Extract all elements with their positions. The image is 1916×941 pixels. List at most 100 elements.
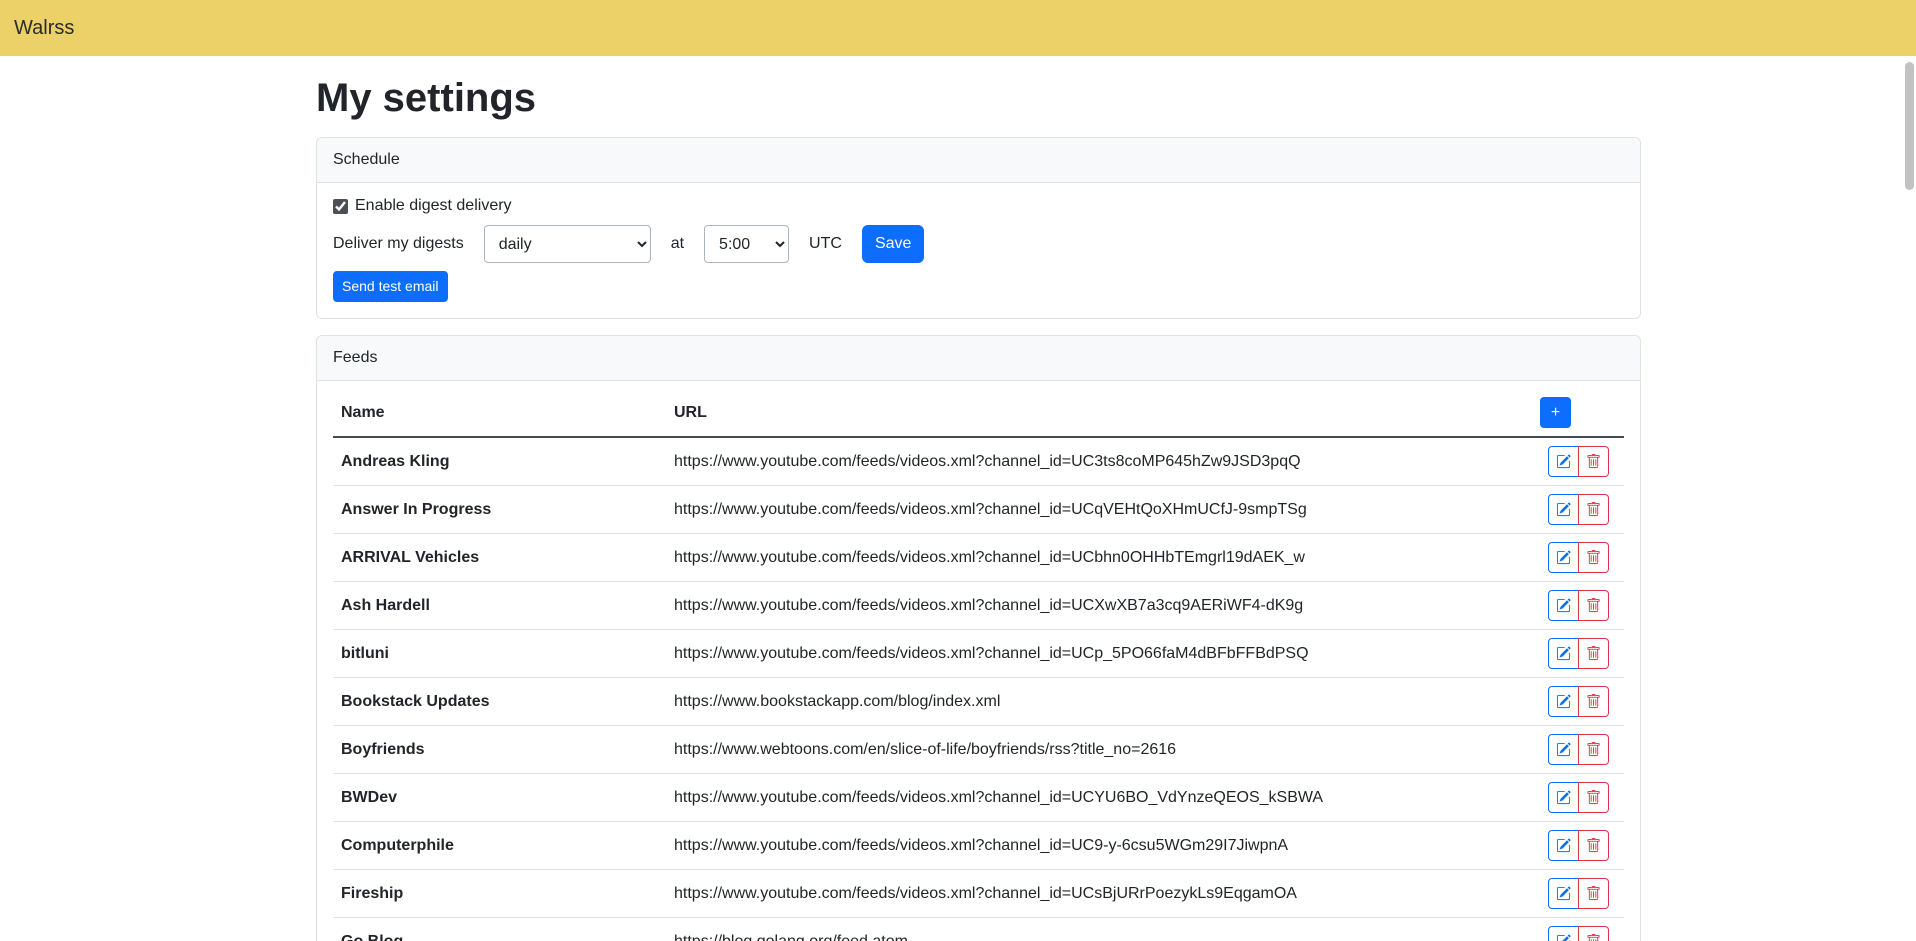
pencil-icon (1556, 598, 1571, 613)
trash-icon (1586, 886, 1601, 901)
feed-actions (1532, 870, 1624, 918)
feed-url: https://www.youtube.com/feeds/videos.xml… (666, 437, 1532, 486)
feed-actions (1532, 822, 1624, 870)
trash-icon (1586, 934, 1601, 941)
trash-icon (1586, 838, 1601, 853)
pencil-icon (1556, 790, 1571, 805)
feed-url: https://www.youtube.com/feeds/videos.xml… (666, 486, 1532, 534)
feed-name: Boyfriends (333, 726, 666, 774)
edit-feed-button[interactable] (1548, 734, 1579, 765)
schedule-card-body: Enable digest delivery Deliver my digest… (317, 183, 1640, 318)
feed-name: Bookstack Updates (333, 678, 666, 726)
column-header-name: Name (333, 389, 666, 437)
edit-feed-button[interactable] (1548, 686, 1579, 717)
table-row: Boyfriends https://www.webtoons.com/en/s… (333, 726, 1624, 774)
trash-icon (1586, 502, 1601, 517)
feed-actions-group (1548, 878, 1609, 909)
delete-feed-button[interactable] (1578, 494, 1609, 525)
schedule-card-header: Schedule (317, 138, 1640, 183)
edit-feed-button[interactable] (1548, 446, 1579, 477)
trash-icon (1586, 646, 1601, 661)
delete-feed-button[interactable] (1578, 542, 1609, 573)
feed-actions (1532, 486, 1624, 534)
feed-url: https://www.youtube.com/feeds/videos.xml… (666, 774, 1532, 822)
feeds-table-body: Andreas Kling https://www.youtube.com/fe… (333, 437, 1624, 941)
feed-actions (1532, 534, 1624, 582)
edit-feed-button[interactable] (1548, 782, 1579, 813)
feeds-table: Name URL + Andreas Kling https://www.you… (333, 389, 1624, 941)
frequency-select[interactable]: daily (484, 225, 651, 263)
add-feed-button[interactable]: + (1540, 397, 1571, 428)
navbar-brand[interactable]: Walrss (14, 17, 74, 40)
table-row: Ash Hardell https://www.youtube.com/feed… (333, 582, 1624, 630)
delete-feed-button[interactable] (1578, 734, 1609, 765)
navbar: Walrss (0, 0, 1916, 56)
delete-feed-button[interactable] (1578, 926, 1609, 941)
feeds-table-header-row: Name URL + (333, 389, 1624, 437)
trash-icon (1586, 694, 1601, 709)
digest-schedule-row: Deliver my digests daily at 5:00 UTC Sav… (333, 225, 1624, 263)
feed-actions (1532, 630, 1624, 678)
edit-feed-button[interactable] (1548, 878, 1579, 909)
feed-name: Fireship (333, 870, 666, 918)
enable-digest-row: Enable digest delivery (333, 197, 1624, 215)
edit-feed-button[interactable] (1548, 830, 1579, 861)
edit-feed-button[interactable] (1548, 926, 1579, 941)
time-select[interactable]: 5:00 (704, 225, 789, 263)
table-row: Bookstack Updates https://www.bookstacka… (333, 678, 1624, 726)
pencil-icon (1556, 646, 1571, 661)
feed-actions-group (1548, 494, 1609, 525)
trash-icon (1586, 742, 1601, 757)
pencil-icon (1556, 934, 1571, 941)
edit-feed-button[interactable] (1548, 590, 1579, 621)
feed-actions-group (1548, 686, 1609, 717)
delete-feed-button[interactable] (1578, 782, 1609, 813)
delete-feed-button[interactable] (1578, 446, 1609, 477)
feed-actions-group (1548, 590, 1609, 621)
delete-feed-button[interactable] (1578, 878, 1609, 909)
delete-feed-button[interactable] (1578, 686, 1609, 717)
feed-actions-group (1548, 830, 1609, 861)
feed-actions-group (1548, 446, 1609, 477)
pencil-icon (1556, 502, 1571, 517)
feed-actions-group (1548, 782, 1609, 813)
column-header-actions: + (1532, 389, 1624, 437)
feed-url: https://www.youtube.com/feeds/videos.xml… (666, 822, 1532, 870)
feed-actions (1532, 918, 1624, 941)
table-row: Go Blog https://blog.golang.org/feed.ato… (333, 918, 1624, 941)
feed-url: https://www.webtoons.com/en/slice-of-lif… (666, 726, 1532, 774)
send-test-email-button[interactable]: Send test email (333, 271, 448, 302)
scrollbar-thumb[interactable] (1905, 62, 1914, 190)
save-button[interactable]: Save (862, 225, 924, 263)
feed-actions (1532, 774, 1624, 822)
trash-icon (1586, 790, 1601, 805)
edit-feed-button[interactable] (1548, 542, 1579, 573)
feed-actions (1532, 678, 1624, 726)
feed-name: Andreas Kling (333, 437, 666, 486)
delete-feed-button[interactable] (1578, 830, 1609, 861)
feed-actions-group (1548, 542, 1609, 573)
feed-url: https://www.youtube.com/feeds/videos.xml… (666, 582, 1532, 630)
delete-feed-button[interactable] (1578, 590, 1609, 621)
page-title: My settings (316, 76, 1641, 121)
pencil-icon (1556, 838, 1571, 853)
edit-feed-button[interactable] (1548, 494, 1579, 525)
feed-name: ARRIVAL Vehicles (333, 534, 666, 582)
feed-url: https://www.youtube.com/feeds/videos.xml… (666, 534, 1532, 582)
feed-url: https://www.bookstackapp.com/blog/index.… (666, 678, 1532, 726)
table-row: Andreas Kling https://www.youtube.com/fe… (333, 437, 1624, 486)
deliver-digests-label: Deliver my digests (333, 235, 464, 253)
feed-url: https://www.youtube.com/feeds/videos.xml… (666, 870, 1532, 918)
feeds-card-body: Name URL + Andreas Kling https://www.you… (317, 381, 1640, 941)
pencil-icon (1556, 694, 1571, 709)
edit-feed-button[interactable] (1548, 638, 1579, 669)
feed-url: https://blog.golang.org/feed.atom (666, 918, 1532, 941)
at-label: at (671, 235, 684, 253)
feed-url: https://www.youtube.com/feeds/videos.xml… (666, 630, 1532, 678)
trash-icon (1586, 550, 1601, 565)
enable-digest-checkbox[interactable] (333, 199, 348, 214)
trash-icon (1586, 454, 1601, 469)
delete-feed-button[interactable] (1578, 638, 1609, 669)
table-row: Answer In Progress https://www.youtube.c… (333, 486, 1624, 534)
feeds-card-header: Feeds (317, 336, 1640, 381)
